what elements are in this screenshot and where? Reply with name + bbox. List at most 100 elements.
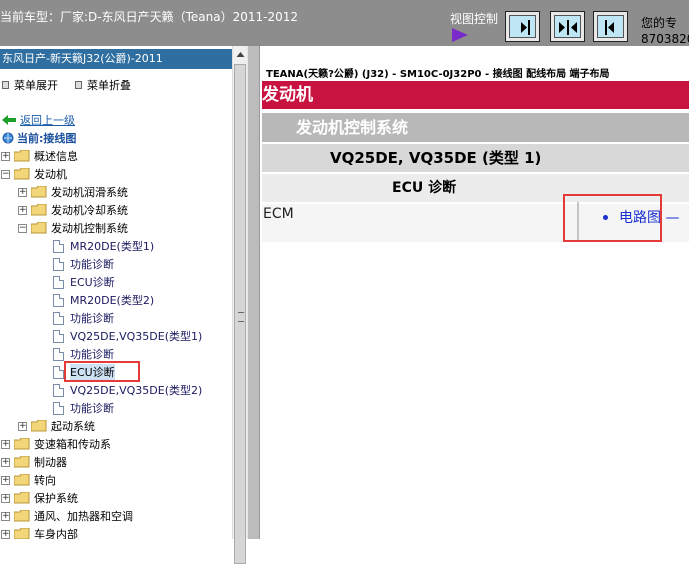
component-label: ECM: [263, 206, 294, 222]
tree-item-label: 功能诊断: [70, 348, 114, 361]
tree-item-brakes[interactable]: + 制动器: [1, 453, 67, 471]
tree-item-label: 变速箱和传动系: [34, 438, 111, 451]
tree-item-label: 功能诊断: [70, 258, 114, 271]
section-level3-label: VQ25DE, VQ35DE (类型 1): [330, 149, 542, 167]
tree-item-mr20de-2[interactable]: MR20DE(类型2): [53, 291, 154, 309]
tree-item-function-diag[interactable]: 功能诊断: [53, 255, 114, 273]
pane-splitter[interactable]: [247, 46, 260, 539]
tree-item-label: 发动机控制系统: [51, 222, 128, 235]
tree-item-engine-lubrication[interactable]: + 发动机润滑系统: [18, 183, 128, 201]
tree-item-starting-system[interactable]: + 起动系统: [18, 417, 95, 435]
back-arrow-icon: [2, 115, 16, 125]
view-control-label: 视图控制: [450, 12, 499, 26]
current-node: 当前:接线图: [2, 130, 76, 146]
expand-plus-icon[interactable]: +: [1, 457, 10, 467]
back-link[interactable]: 返回上一级: [2, 112, 75, 128]
expand-plus-icon[interactable]: +: [18, 421, 27, 431]
tree-item-label: 功能诊断: [70, 312, 114, 325]
tree-item-steering[interactable]: + 转向: [1, 471, 56, 489]
expand-plus-icon[interactable]: +: [1, 511, 10, 521]
section-level2-label: 发动机控制系统: [296, 118, 409, 137]
folder-icon: [14, 492, 30, 504]
tree-item-function-diag[interactable]: 功能诊断: [53, 309, 114, 327]
tree-item-function-diag[interactable]: 功能诊断: [53, 399, 114, 417]
tree-item-engine[interactable]: − 发动机: [1, 165, 67, 183]
tree-item-vq25de-1[interactable]: VQ25DE,VQ35DE(类型1): [53, 327, 202, 345]
menu-icon: [2, 81, 9, 89]
tree-item-label: MR20DE(类型1): [70, 240, 155, 253]
expand-left-button[interactable]: [593, 11, 628, 42]
expand-plus-icon[interactable]: +: [1, 529, 10, 539]
expand-plus-icon[interactable]: +: [18, 187, 27, 197]
document-icon: [53, 383, 64, 397]
arrow-right-icon: [521, 20, 530, 35]
tree-item-ecu-diag[interactable]: ECU诊断: [53, 273, 115, 291]
tree-item-label: 概述信息: [34, 150, 78, 163]
expand-right-button[interactable]: [505, 11, 540, 42]
document-icon: [53, 275, 64, 289]
tree-item-transmission[interactable]: + 变速箱和传动系: [1, 435, 111, 453]
folder-icon: [14, 474, 30, 486]
scrollbar-thumb[interactable]: [234, 64, 246, 564]
expand-menu-button[interactable]: 菜单展开: [2, 77, 58, 93]
folder-icon: [31, 186, 47, 198]
tree-item-engine-control[interactable]: − 发动机控制系统: [18, 219, 128, 237]
tree-item-protection[interactable]: + 保护系统: [1, 489, 78, 507]
document-icon: [53, 239, 64, 253]
folder-icon: [14, 438, 30, 450]
tree-item-label: 起动系统: [51, 420, 95, 433]
menu-icon: [75, 81, 82, 89]
user-label: 您的专: [641, 16, 678, 30]
sidebar-tree-panel: 东风日产-新天籁J32(公爵)-2011 菜单展开 菜单折叠 返回上一级 当前:…: [0, 46, 247, 539]
tree-item-mr20de-1[interactable]: MR20DE(类型1): [53, 237, 154, 255]
tree-item-label: VQ25DE,VQ35DE(类型1): [70, 330, 203, 343]
tree-item-engine-cooling[interactable]: + 发动机冷却系统: [18, 201, 128, 219]
tree-item-label: 保护系统: [34, 492, 78, 505]
folder-icon: [14, 528, 30, 539]
content-panel: TEANA(天籁?公爵) (J32) - SM10C-0J32P0 - 接线图 …: [260, 46, 689, 539]
document-icon: [53, 311, 64, 325]
model-title-bar: 东风日产-新天籁J32(公爵)-2011: [0, 49, 233, 69]
tree-item-label: 车身内部: [34, 528, 78, 539]
folder-icon: [31, 204, 47, 216]
collapse-minus-icon[interactable]: −: [1, 169, 10, 179]
back-link-label: 返回上一级: [20, 114, 75, 127]
tree-item-label: 发动机: [34, 168, 67, 181]
tree-item-hvac[interactable]: + 通风、加热器和空调: [1, 507, 133, 525]
split-center-button[interactable]: [550, 11, 585, 42]
section-level2: 发动机控制系统: [262, 113, 689, 142]
section-level1: 发动机: [262, 81, 689, 109]
expand-plus-icon[interactable]: +: [1, 151, 10, 161]
tree-item-label: MR20DE(类型2): [70, 294, 155, 307]
document-icon: [53, 329, 64, 343]
folder-icon: [14, 456, 30, 468]
folder-open-icon: [31, 222, 47, 234]
tree-item-overview[interactable]: + 概述信息: [1, 147, 78, 165]
tree-item-label: 通风、加热器和空调: [34, 510, 133, 523]
tree-item-body-interior[interactable]: + 车身内部: [1, 525, 78, 539]
document-icon: [53, 401, 64, 415]
expand-plus-icon[interactable]: +: [1, 493, 10, 503]
expand-menu-label: 菜单展开: [14, 79, 58, 92]
arrows-center-icon: [559, 20, 577, 35]
expand-plus-icon[interactable]: +: [1, 439, 10, 449]
section-level3: VQ25DE, VQ35DE (类型 1): [262, 144, 689, 172]
document-icon: [53, 365, 64, 379]
scroll-up-icon[interactable]: [233, 48, 248, 62]
tree-item-label: ECU诊断: [70, 276, 115, 289]
highlight-box-tree: [64, 361, 140, 382]
highlight-box-link: [563, 194, 662, 242]
tree-item-vq25de-2[interactable]: VQ25DE,VQ35DE(类型2): [53, 381, 202, 399]
expand-plus-icon[interactable]: +: [18, 205, 27, 215]
document-icon: [53, 347, 64, 361]
top-toolbar: 当前车型：厂家:D-东风日产天籁（Teana）2011-2012 视图控制 您的…: [0, 0, 689, 46]
scroll-grip-icon: [238, 312, 244, 322]
tree-item-label: 转向: [34, 474, 56, 487]
sidebar-scrollbar[interactable]: [232, 46, 248, 564]
collapse-minus-icon[interactable]: −: [18, 223, 27, 233]
tree-item-label: VQ25DE,VQ35DE(类型2): [70, 384, 203, 397]
expand-plus-icon[interactable]: +: [1, 475, 10, 485]
collapse-menu-button[interactable]: 菜单折叠: [75, 77, 131, 93]
user-number: 8703820: [641, 32, 689, 46]
document-title: TEANA(天籁?公爵) (J32) - SM10C-0J32P0 - 接线图 …: [266, 69, 610, 80]
